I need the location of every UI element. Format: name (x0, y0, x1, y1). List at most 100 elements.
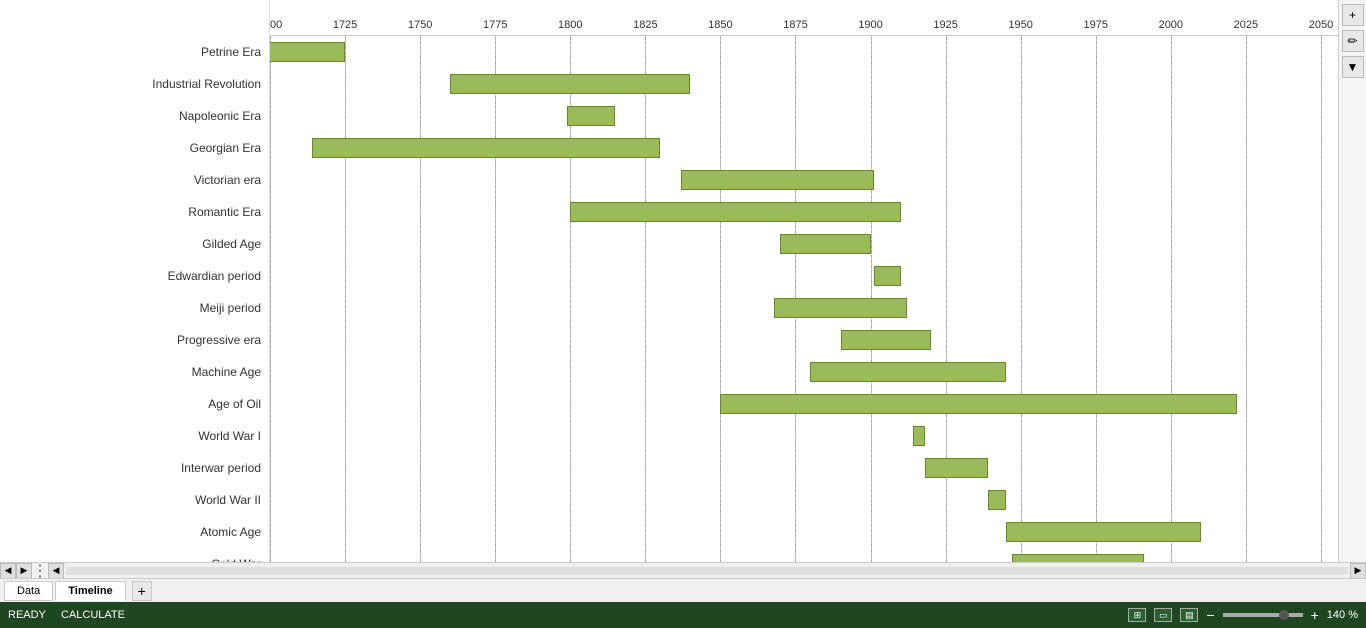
bar-world-war-i[interactable] (913, 426, 925, 446)
calculate-label: CALCULATE (61, 609, 125, 621)
bar-row-16 (270, 548, 1366, 562)
axis-header: 1700 1725 1750 1775 1800 1825 1850 1875 1900 1925… (270, 0, 1366, 36)
bar-row-5 (270, 196, 1366, 228)
row-label-11: Age of Oil (0, 388, 269, 420)
bar-row-8 (270, 292, 1366, 324)
zoom-level: 140 % (1327, 609, 1358, 621)
row-label-9: Progressive era (0, 324, 269, 356)
scrollbar-container: ◀ ▶ ⋮ ◀ ▶ (0, 562, 1366, 578)
axis-label-1800: 1800 (558, 19, 582, 31)
bar-row-6 (270, 228, 1366, 260)
hscroll-right-button[interactable]: ▶ (1350, 563, 1366, 579)
add-button[interactable]: + (1342, 4, 1364, 26)
axis-label-2050: 2050 (1309, 19, 1333, 31)
bar-interwar-period[interactable] (925, 458, 988, 478)
bar-row-11 (270, 388, 1366, 420)
bar-row-9 (270, 324, 1366, 356)
zoom-minus[interactable]: − (1206, 607, 1214, 623)
bar-meiji-period[interactable] (774, 298, 906, 318)
row-label-6: Gilded Age (0, 228, 269, 260)
bar-row-0 (270, 36, 1366, 68)
bar-georgian-era[interactable] (312, 138, 660, 158)
axis-label-1925: 1925 (933, 19, 957, 31)
status-left: READY CALCULATE (8, 609, 125, 621)
bar-row-10 (270, 356, 1366, 388)
axis-label-1950: 1950 (1008, 19, 1032, 31)
bar-machine-age[interactable] (810, 362, 1005, 382)
row-label-1: Industrial Revolution (0, 68, 269, 100)
bar-row-12 (270, 420, 1366, 452)
axis-label-1850: 1850 (708, 19, 732, 31)
row-label-8: Meiji period (0, 292, 269, 324)
chart-body: 1700 1725 1750 1775 1800 1825 1850 1875 1900 1925… (270, 0, 1366, 562)
bar-cold-war[interactable] (1012, 554, 1144, 562)
bar-napoleonic-era[interactable] (567, 106, 615, 126)
tab-bar: Data Timeline + (0, 578, 1366, 602)
zoom-slider[interactable] (1223, 613, 1303, 617)
tab-data[interactable]: Data (4, 581, 53, 601)
row-label-15: Atomic Age (0, 516, 269, 548)
row-label-7: Edwardian period (0, 260, 269, 292)
axis-label-1900: 1900 (858, 19, 882, 31)
axis-label-2025: 2025 (1234, 19, 1258, 31)
ready-label: READY (8, 609, 46, 621)
axis-label-2000: 2000 (1159, 19, 1183, 31)
row-label-14: World War II (0, 484, 269, 516)
bar-atomic-age[interactable] (1006, 522, 1201, 542)
bar-row-7 (270, 260, 1366, 292)
bar-row-4 (270, 164, 1366, 196)
status-bar: READY CALCULATE ⊞ ▭ ▤ − + 140 % (0, 602, 1366, 628)
zoom-controls: − + 140 % (1206, 607, 1358, 623)
scrollbar-track[interactable] (66, 567, 1348, 575)
pencil-button[interactable]: ✏ (1342, 30, 1364, 52)
page-icon[interactable]: ▭ (1154, 608, 1172, 622)
right-toolbar: + ✏ ▼ (1338, 0, 1366, 562)
axis-label-1700: 1700 (270, 19, 282, 31)
row-label-0: Petrine Era (0, 36, 269, 68)
bar-petrine-era[interactable] (270, 42, 345, 62)
zoom-thumb[interactable] (1279, 610, 1289, 620)
bar-progressive-era[interactable] (841, 330, 931, 350)
tab-timeline-label: Timeline (68, 585, 112, 597)
status-right: ⊞ ▭ ▤ − + 140 % (1128, 607, 1358, 623)
row-label-3: Georgian Era (0, 132, 269, 164)
chart-area: Petrine EraIndustrial RevolutionNapoleon… (0, 0, 1366, 562)
row-label-4: Victorian era (0, 164, 269, 196)
axis-label-1725: 1725 (333, 19, 357, 31)
bar-edwardian-period[interactable] (874, 266, 901, 286)
row-label-13: Interwar period (0, 452, 269, 484)
tab-timeline[interactable]: Timeline (55, 581, 125, 601)
add-sheet-button[interactable]: + (132, 581, 152, 601)
bar-age-of-oil[interactable] (720, 394, 1236, 414)
hscroll-left-button[interactable]: ◀ (48, 563, 64, 579)
axis-label-1825: 1825 (633, 19, 657, 31)
bar-row-2 (270, 100, 1366, 132)
filter-button[interactable]: ▼ (1342, 56, 1364, 78)
bar-world-war-ii[interactable] (988, 490, 1006, 510)
grid-icon[interactable]: ⊞ (1128, 608, 1146, 622)
bar-industrial-revolution[interactable] (450, 74, 690, 94)
scroll-right-button[interactable]: ▶ (16, 563, 32, 579)
bar-gilded-age[interactable] (780, 234, 870, 254)
bar-victorian-era[interactable] (681, 170, 873, 190)
zoom-plus[interactable]: + (1311, 607, 1319, 623)
row-label-16: Cold War (0, 548, 269, 562)
axis-label-1875: 1875 (783, 19, 807, 31)
bar-row-3 (270, 132, 1366, 164)
row-label-5: Romantic Era (0, 196, 269, 228)
bar-row-14 (270, 484, 1366, 516)
axis-label-1750: 1750 (408, 19, 432, 31)
row-label-2: Napoleonic Era (0, 100, 269, 132)
bar-romantic-era[interactable] (570, 202, 900, 222)
row-label-10: Machine Age (0, 356, 269, 388)
axis-label-1775: 1775 (483, 19, 507, 31)
scroll-left-button[interactable]: ◀ (0, 563, 16, 579)
bar-row-13 (270, 452, 1366, 484)
tab-data-label: Data (17, 585, 40, 597)
preview-icon[interactable]: ▤ (1180, 608, 1198, 622)
row-label-12: World War I (0, 420, 269, 452)
bars-container (270, 36, 1366, 562)
axis-label-1975: 1975 (1084, 19, 1108, 31)
bar-row-1 (270, 68, 1366, 100)
bar-row-15 (270, 516, 1366, 548)
